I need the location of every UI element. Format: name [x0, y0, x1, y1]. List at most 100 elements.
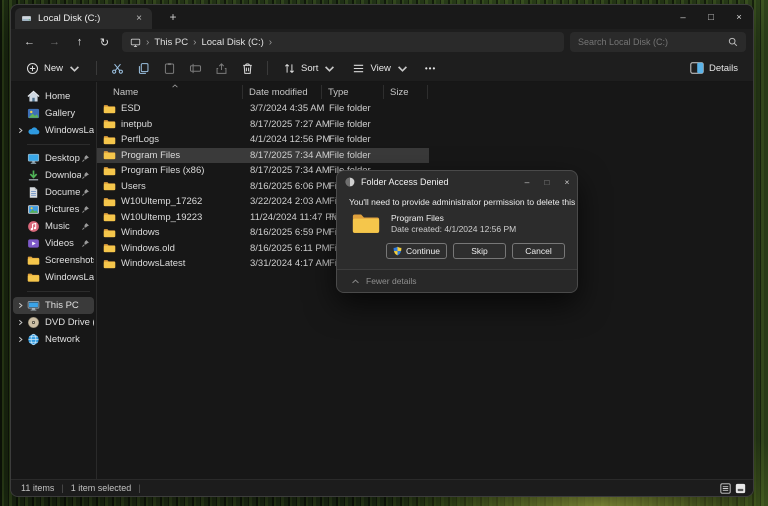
search-box[interactable] — [570, 32, 746, 52]
sidebar-item-downloads[interactable]: Downloads — [13, 167, 94, 184]
breadcrumb-local-disk[interactable]: Local Disk (C:) — [201, 37, 263, 48]
paste-icon — [163, 62, 176, 75]
new-button-label: New — [44, 63, 63, 74]
table-row[interactable]: inetpub8/17/2025 7:27 AMFile folder — [97, 117, 429, 133]
forward-button[interactable]: → — [43, 32, 66, 52]
cut-button[interactable] — [105, 57, 129, 79]
column-header-date-modified[interactable]: Date modified — [243, 85, 322, 99]
view-button[interactable]: View — [345, 59, 415, 78]
column-header-type[interactable]: Type — [322, 85, 384, 99]
file-name: W10Ultemp_17262 — [121, 196, 202, 207]
sidebar-item-home[interactable]: Home — [13, 88, 94, 105]
dialog-close-button[interactable]: × — [557, 171, 577, 192]
fewer-details-toggle[interactable]: Fewer details — [337, 269, 577, 292]
view-button-label: View — [370, 63, 390, 74]
sidebar-item-gallery[interactable]: Gallery — [13, 105, 94, 122]
sidebar-item-desktop[interactable]: Desktop — [13, 150, 94, 167]
toolbar-separator — [96, 61, 97, 75]
share-button[interactable] — [209, 57, 233, 79]
more-options-button[interactable]: ••• — [418, 61, 443, 76]
sidebar-item-screenshots[interactable]: Screenshots — [13, 252, 94, 269]
refresh-button[interactable]: ↻ — [93, 32, 116, 52]
sidebar-item-music[interactable]: Music — [13, 218, 94, 235]
home-icon — [27, 90, 40, 103]
file-name: inetpub — [121, 119, 152, 130]
folder-icon — [103, 135, 116, 145]
skip-button[interactable]: Skip — [453, 243, 506, 259]
chevron-right-icon[interactable] — [17, 336, 27, 343]
back-button[interactable]: ← — [18, 32, 41, 52]
folder-icon — [103, 228, 116, 238]
column-header-size[interactable]: Size — [384, 85, 428, 99]
delete-button[interactable] — [235, 57, 259, 79]
sidebar-item-windowslatest-pr[interactable]: WindowsLatest - Pr — [13, 122, 94, 139]
command-bar: New Sort View ••• Details — [11, 55, 753, 82]
new-button[interactable]: New — [19, 59, 88, 78]
dialog-item-detail: Date created: 4/1/2024 12:56 PM — [391, 224, 516, 234]
file-name: Program Files — [121, 150, 180, 161]
sidebar-item-label: Desktop — [45, 153, 81, 164]
column-header-name[interactable]: Name — [97, 85, 243, 99]
file-type: File folder — [322, 150, 384, 161]
cancel-button-label: Cancel — [525, 246, 551, 256]
pictures-icon — [27, 203, 40, 216]
items-count: 11 items — [21, 483, 54, 493]
details-pane-button[interactable]: Details — [683, 59, 745, 77]
continue-button[interactable]: Continue — [386, 243, 447, 259]
chevron-right-icon[interactable] — [17, 302, 27, 309]
sort-button[interactable]: Sort — [276, 59, 343, 78]
table-row[interactable]: ESD3/7/2024 4:35 AMFile folder — [97, 101, 429, 117]
up-button[interactable]: ↑ — [68, 32, 91, 52]
paste-button[interactable] — [157, 57, 181, 79]
folder-icon — [103, 212, 116, 222]
dialog-minimize-button[interactable]: – — [517, 171, 537, 192]
table-row[interactable]: Program Files8/17/2025 7:34 AMFile folde… — [97, 148, 429, 164]
maximize-button[interactable]: □ — [697, 5, 725, 29]
sidebar-item-documents[interactable]: Documents — [13, 184, 94, 201]
documents-icon — [27, 186, 40, 199]
sidebar-item-network[interactable]: Network — [13, 331, 94, 348]
sidebar-item-label: Music — [45, 221, 81, 232]
dialog-title-bar: Folder Access Denied – □ × — [337, 171, 577, 192]
cancel-button[interactable]: Cancel — [512, 243, 565, 259]
drive-icon — [21, 13, 32, 24]
date-modified: 3/31/2024 4:17 AM — [243, 258, 322, 269]
plus-circle-icon — [26, 62, 39, 75]
folder-icon — [103, 166, 116, 176]
dialog-item-name: Program Files — [391, 213, 516, 223]
sidebar-item-this-pc[interactable]: This PC — [13, 297, 94, 314]
close-button[interactable]: × — [725, 5, 753, 29]
chevron-right-icon[interactable] — [17, 319, 27, 326]
search-input[interactable] — [578, 37, 728, 47]
dialog-maximize-button[interactable]: □ — [537, 171, 557, 192]
sidebar-item-videos[interactable]: Videos — [13, 235, 94, 252]
sidebar-item-label: Network — [45, 334, 94, 345]
table-row[interactable]: PerfLogs4/1/2024 12:56 PMFile folder — [97, 132, 429, 148]
folder-icon — [103, 104, 116, 114]
rename-button[interactable] — [183, 57, 207, 79]
sidebar-nav: Home Gallery WindowsLatest - Pr Desktop Down… — [11, 82, 97, 479]
sidebar-separator — [27, 144, 90, 145]
sidebar-item-label: Gallery — [45, 108, 94, 119]
file-name: ESD — [121, 103, 141, 114]
minimize-button[interactable]: – — [669, 5, 697, 29]
desktop-icon — [27, 152, 40, 165]
chevron-right-icon[interactable] — [17, 127, 27, 134]
tab-local-disk[interactable]: Local Disk (C:) × — [15, 8, 152, 29]
copy-button[interactable] — [131, 57, 155, 79]
details-view-toggle-icon[interactable] — [720, 483, 731, 494]
new-tab-button[interactable]: + — [164, 10, 182, 24]
tab-bar: Local Disk (C:) × + – □ × — [11, 5, 753, 29]
dialog-badge-icon — [345, 177, 355, 187]
sidebar-item-pictures[interactable]: Pictures — [13, 201, 94, 218]
sidebar-item-windowslatest[interactable]: WindowsLatest — [13, 269, 94, 286]
gallery-icon — [27, 107, 40, 120]
sidebar-item-label: WindowsLatest - Pr — [45, 125, 94, 136]
view-toggle-icons — [720, 483, 746, 494]
thumbnail-view-toggle-icon[interactable] — [735, 483, 746, 494]
file-type: File folder — [322, 119, 384, 130]
tab-close-icon[interactable]: × — [132, 13, 146, 24]
chevron-down-icon — [396, 62, 409, 75]
breadcrumb-this-pc[interactable]: This PC — [154, 37, 188, 48]
sidebar-item-dvd-drive-d-ccc[interactable]: DVD Drive (D:) CCC — [13, 314, 94, 331]
